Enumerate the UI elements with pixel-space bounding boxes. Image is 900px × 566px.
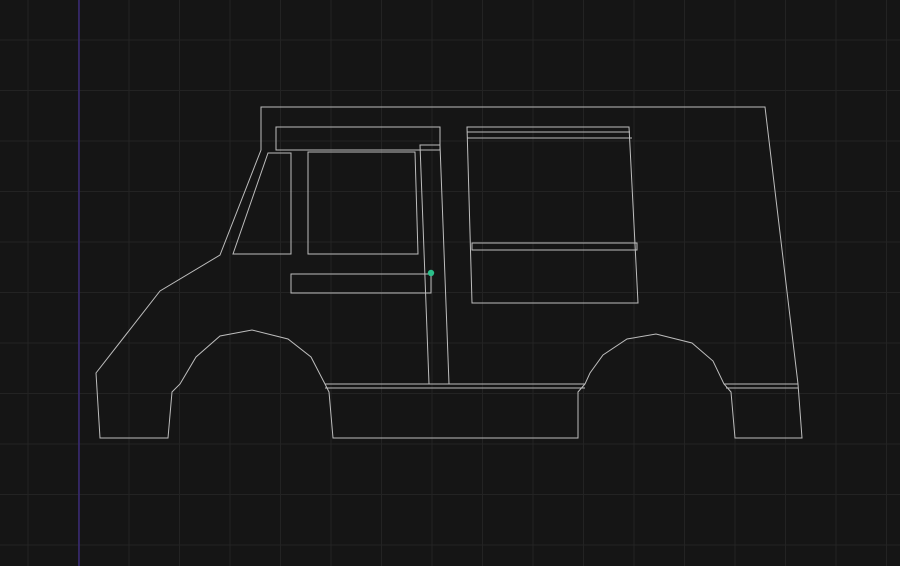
food-truck-drawing[interactable] (95, 106, 803, 439)
door-handle[interactable] (290, 273, 432, 294)
door-frame[interactable] (419, 144, 450, 385)
snap-point-marker[interactable] (427, 269, 435, 277)
skirt-line[interactable] (325, 383, 585, 389)
door-window[interactable] (307, 151, 419, 255)
serving-window-awning[interactable] (467, 131, 632, 139)
serving-window[interactable] (466, 126, 639, 304)
background-grid (0, 0, 900, 566)
drawing-canvas[interactable] (0, 0, 900, 566)
serving-window-counter[interactable] (471, 242, 638, 251)
windshield[interactable] (232, 152, 292, 255)
roof-panel[interactable] (275, 126, 441, 151)
